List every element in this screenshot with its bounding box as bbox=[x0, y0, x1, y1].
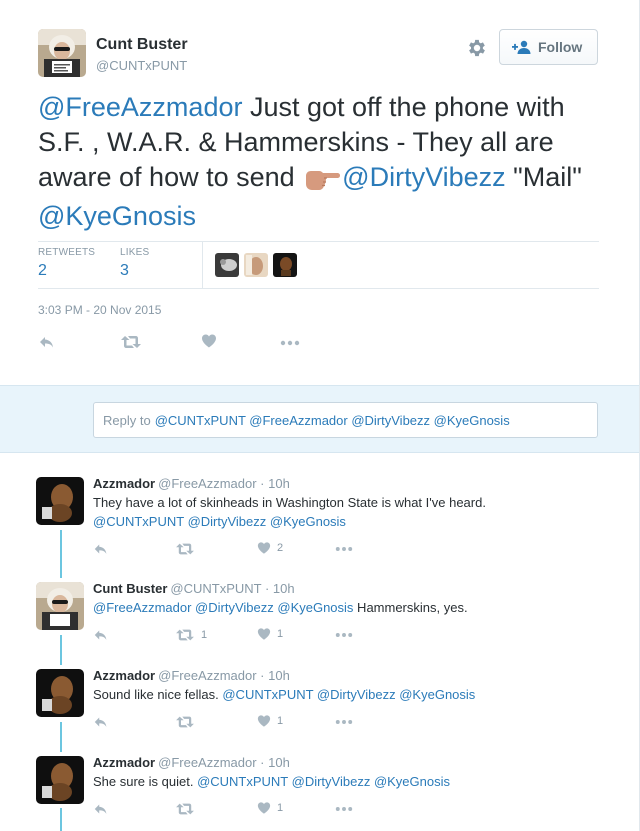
heart-icon[interactable]: 1 bbox=[257, 714, 283, 728]
reply-text-segment: Hammerskins, yes. bbox=[353, 600, 468, 615]
reply-avatar[interactable] bbox=[36, 756, 84, 804]
reply-text: Sound like nice fellas. @CUNTxPUNT @Dirt… bbox=[93, 687, 475, 702]
likes-label: LIKES bbox=[120, 247, 150, 258]
gear-icon[interactable] bbox=[466, 37, 488, 59]
reply-avatar[interactable] bbox=[36, 477, 84, 525]
retweets-label: RETWEETS bbox=[38, 247, 96, 258]
reply-header: Azzmador @FreeAzzmador · 10h bbox=[93, 668, 290, 683]
main-tweet: Cunt Buster @CUNTxPUNT Follow @FreeAzzma… bbox=[0, 0, 639, 385]
reply-meta[interactable]: @CUNTxPUNT · 10h bbox=[170, 581, 294, 596]
retweet-icon[interactable] bbox=[175, 801, 201, 817]
more-dots-icon[interactable] bbox=[334, 801, 354, 817]
heart-icon[interactable]: 2 bbox=[257, 541, 283, 555]
reply-arrow-icon[interactable] bbox=[93, 801, 109, 817]
more-dots-icon[interactable] bbox=[280, 333, 300, 356]
reply-meta[interactable]: @FreeAzzmador · 10h bbox=[158, 755, 290, 770]
reply-mentions: @CUNTxPUNT @FreeAzzmador @DirtyVibezz @K… bbox=[154, 412, 510, 428]
retweets-count: 2 bbox=[38, 262, 47, 279]
thread-line bbox=[60, 635, 62, 665]
like-count: 1 bbox=[277, 628, 284, 640]
retweet-icon[interactable] bbox=[120, 333, 142, 356]
author-avatar[interactable] bbox=[38, 29, 86, 77]
follow-button[interactable]: Follow bbox=[499, 29, 598, 65]
reply-avatar[interactable] bbox=[36, 582, 84, 630]
more-dots-icon[interactable] bbox=[334, 714, 354, 730]
tweet-mention-link[interactable]: @FreeAzzmador bbox=[38, 92, 242, 122]
reply-text: She sure is quiet. @CUNTxPUNT @DirtyVibe… bbox=[93, 774, 450, 789]
reply-mentions[interactable]: @FreeAzzmador @DirtyVibezz @KyeGnosis bbox=[93, 600, 353, 615]
heart-icon[interactable]: 1 bbox=[257, 627, 283, 641]
reply-text-segment: She sure is quiet. bbox=[93, 774, 198, 789]
reply-avatar[interactable] bbox=[36, 669, 84, 717]
reply-author-name[interactable]: Cunt Buster bbox=[93, 581, 167, 596]
heart-icon[interactable]: 1 bbox=[257, 801, 283, 815]
reply-header: Cunt Buster @CUNTxPUNT · 10h bbox=[93, 581, 295, 596]
thread-line bbox=[60, 722, 62, 752]
reply-header: Azzmador @FreeAzzmador · 10h bbox=[93, 476, 290, 491]
like-count: 2 bbox=[277, 542, 284, 554]
reply-author-name[interactable]: Azzmador bbox=[93, 476, 155, 491]
tweet-mention-link[interactable]: @DirtyVibezz bbox=[342, 162, 505, 192]
add-person-icon bbox=[512, 40, 531, 54]
author-handle[interactable]: @CUNTxPUNT bbox=[96, 58, 187, 73]
reply-meta[interactable]: @FreeAzzmador · 10h bbox=[158, 476, 290, 491]
liker-avatar[interactable] bbox=[215, 253, 239, 277]
tweet-text: @FreeAzzmador Just got off the phone wit… bbox=[38, 90, 608, 234]
reply-mentions[interactable]: @CUNTxPUNT @DirtyVibezz @KyeGnosis bbox=[93, 514, 346, 529]
retweets-stat[interactable]: RETWEETS 2 bbox=[38, 247, 95, 280]
reply-box-area: Reply to @CUNTxPUNT @FreeAzzmador @Dirty… bbox=[0, 385, 639, 453]
retweet-icon[interactable] bbox=[175, 714, 201, 730]
reply-input[interactable]: Reply to @CUNTxPUNT @FreeAzzmador @Dirty… bbox=[93, 402, 598, 438]
stats-vertical-divider bbox=[202, 242, 203, 288]
backhand-index-pointing-right-emoji bbox=[304, 164, 341, 199]
reply-meta[interactable]: @FreeAzzmador · 10h bbox=[158, 668, 290, 683]
reply-text: @CUNTxPUNT @DirtyVibezz @KyeGnosis bbox=[93, 514, 346, 529]
liker-avatar[interactable] bbox=[244, 253, 268, 277]
tweet-mention-link[interactable]: @KyeGnosis bbox=[38, 201, 196, 231]
more-dots-icon[interactable] bbox=[334, 541, 354, 557]
retweet-icon[interactable]: 1 bbox=[175, 627, 207, 643]
more-dots-icon[interactable] bbox=[334, 627, 354, 643]
likes-count: 3 bbox=[120, 262, 129, 279]
likes-stat[interactable]: LIKES 3 bbox=[120, 247, 149, 280]
retweet-icon[interactable] bbox=[175, 541, 201, 557]
reply-text-segment: Sound like nice fellas. bbox=[93, 687, 223, 702]
reply-prefix: Reply to bbox=[103, 412, 151, 428]
reply-header: Azzmador @FreeAzzmador · 10h bbox=[93, 755, 290, 770]
reply-mentions[interactable]: @CUNTxPUNT @DirtyVibezz @KyeGnosis bbox=[197, 774, 450, 789]
reply-text: They have a lot of skinheads in Washingt… bbox=[93, 495, 486, 510]
tweet-timestamp[interactable]: 3:03 PM - 20 Nov 2015 bbox=[38, 303, 161, 317]
thread-line bbox=[60, 530, 62, 578]
reply-arrow-icon[interactable] bbox=[93, 714, 109, 730]
like-count: 1 bbox=[277, 715, 284, 727]
heart-icon[interactable] bbox=[201, 333, 217, 354]
reply-text: @FreeAzzmador @DirtyVibezz @KyeGnosis Ha… bbox=[93, 600, 468, 615]
like-count: 1 bbox=[277, 802, 284, 814]
tweet-text-segment: "Mail" bbox=[505, 162, 582, 192]
stats-divider-top bbox=[38, 241, 599, 242]
retweet-count: 1 bbox=[201, 629, 208, 641]
liker-avatars bbox=[215, 253, 297, 277]
follow-label: Follow bbox=[538, 39, 583, 55]
reply-author-name[interactable]: Azzmador bbox=[93, 755, 155, 770]
reply-arrow-icon[interactable] bbox=[93, 541, 109, 557]
reply-author-name[interactable]: Azzmador bbox=[93, 668, 155, 683]
stats-divider-bottom bbox=[38, 288, 599, 289]
liker-avatar[interactable] bbox=[273, 253, 297, 277]
reply-arrow-icon[interactable] bbox=[93, 627, 109, 643]
thread-line bbox=[60, 808, 62, 831]
reply-arrow-icon[interactable] bbox=[38, 333, 56, 356]
reply-mentions[interactable]: @CUNTxPUNT @DirtyVibezz @KyeGnosis bbox=[222, 687, 475, 702]
author-name[interactable]: Cunt Buster bbox=[96, 36, 188, 54]
